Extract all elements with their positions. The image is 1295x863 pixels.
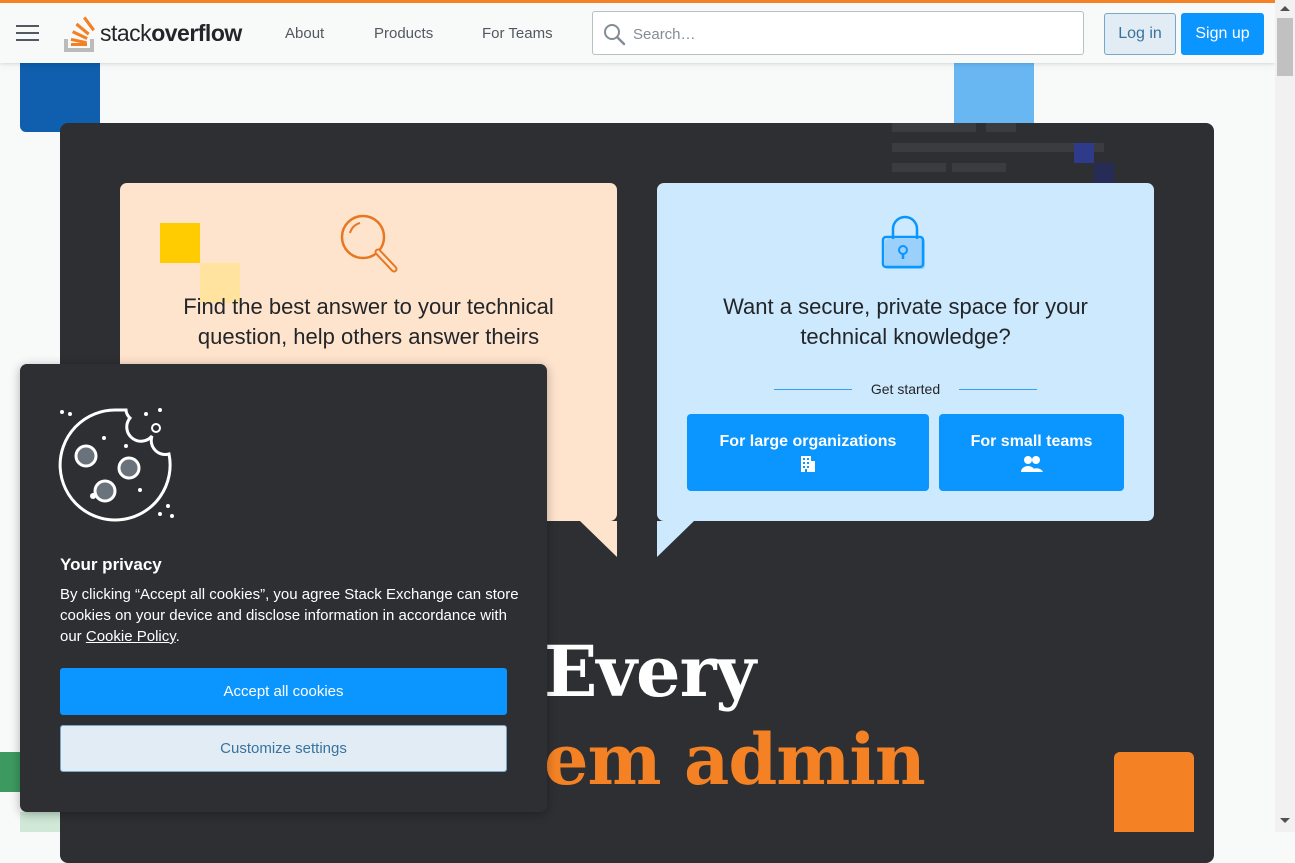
decorative-square-yellow [160,223,200,263]
decorative-square-pale-green [20,812,60,832]
cookie-dialog-title: Your privacy [60,555,162,574]
top-bar: stackoverflow About Products For Teams L… [0,0,1275,63]
decorative-square-navy [1074,143,1094,163]
speech-tail [580,521,617,557]
customize-settings-button[interactable]: Customize settings [60,725,507,772]
decorative-square-blue [20,52,100,132]
cookie-icon [58,408,174,522]
magnifier-icon [340,214,398,273]
small-teams-button[interactable]: For small teams [939,414,1124,491]
get-started-label: Get started [870,381,941,397]
nav-for-teams[interactable]: For Teams [482,25,553,42]
speech-tail [657,521,694,557]
cookie-consent-dialog: Your privacy By clicking “Accept all coo… [20,364,547,812]
public-qa-text: Find the best answer to your technical q… [183,294,554,349]
lock-icon [881,215,925,269]
decorative-square-dark-navy [1094,163,1114,183]
hero-headline-line2: em admin [544,718,926,801]
login-button[interactable]: Log in [1104,13,1176,55]
large-organizations-label: For large organizations [719,433,897,450]
cookie-policy-link[interactable]: Cookie Policy [86,628,176,645]
scroll-up-arrow-icon[interactable] [1280,6,1290,11]
scroll-down-arrow-icon[interactable] [1280,818,1290,823]
people-icon [1020,456,1043,472]
signup-button[interactable]: Sign up [1181,13,1264,55]
search-input[interactable] [631,23,1055,45]
decorative-square-green [0,752,20,792]
teams-card: Want a secure, private space for your te… [657,183,1154,557]
get-started-divider: Get started [774,379,1037,399]
stackoverflow-logo-icon [64,16,95,52]
stackoverflow-logo[interactable]: stackoverflow [64,13,242,53]
scroll-thumb[interactable] [1277,18,1293,76]
logo-wordmark: stackoverflow [100,19,242,46]
decorative-square-light-blue [954,55,1034,123]
search-box[interactable] [592,11,1084,55]
large-organizations-button[interactable]: For large organizations [687,414,929,491]
hamburger-menu-icon[interactable] [16,25,39,43]
building-icon [801,456,815,472]
teams-text: Want a secure, private space for your te… [723,294,1088,349]
nav-products[interactable]: Products [374,25,433,42]
accept-all-cookies-button[interactable]: Accept all cookies [60,668,507,715]
nav-about[interactable]: About [285,25,324,42]
decorative-square-orange [1114,752,1194,832]
small-teams-label: For small teams [970,433,1093,450]
cookie-dialog-body: By clicking “Accept all cookies”, you ag… [60,586,519,645]
hero-headline-line1: Every [544,630,756,713]
page-scrollbar[interactable] [1275,0,1295,832]
search-icon [604,24,626,46]
